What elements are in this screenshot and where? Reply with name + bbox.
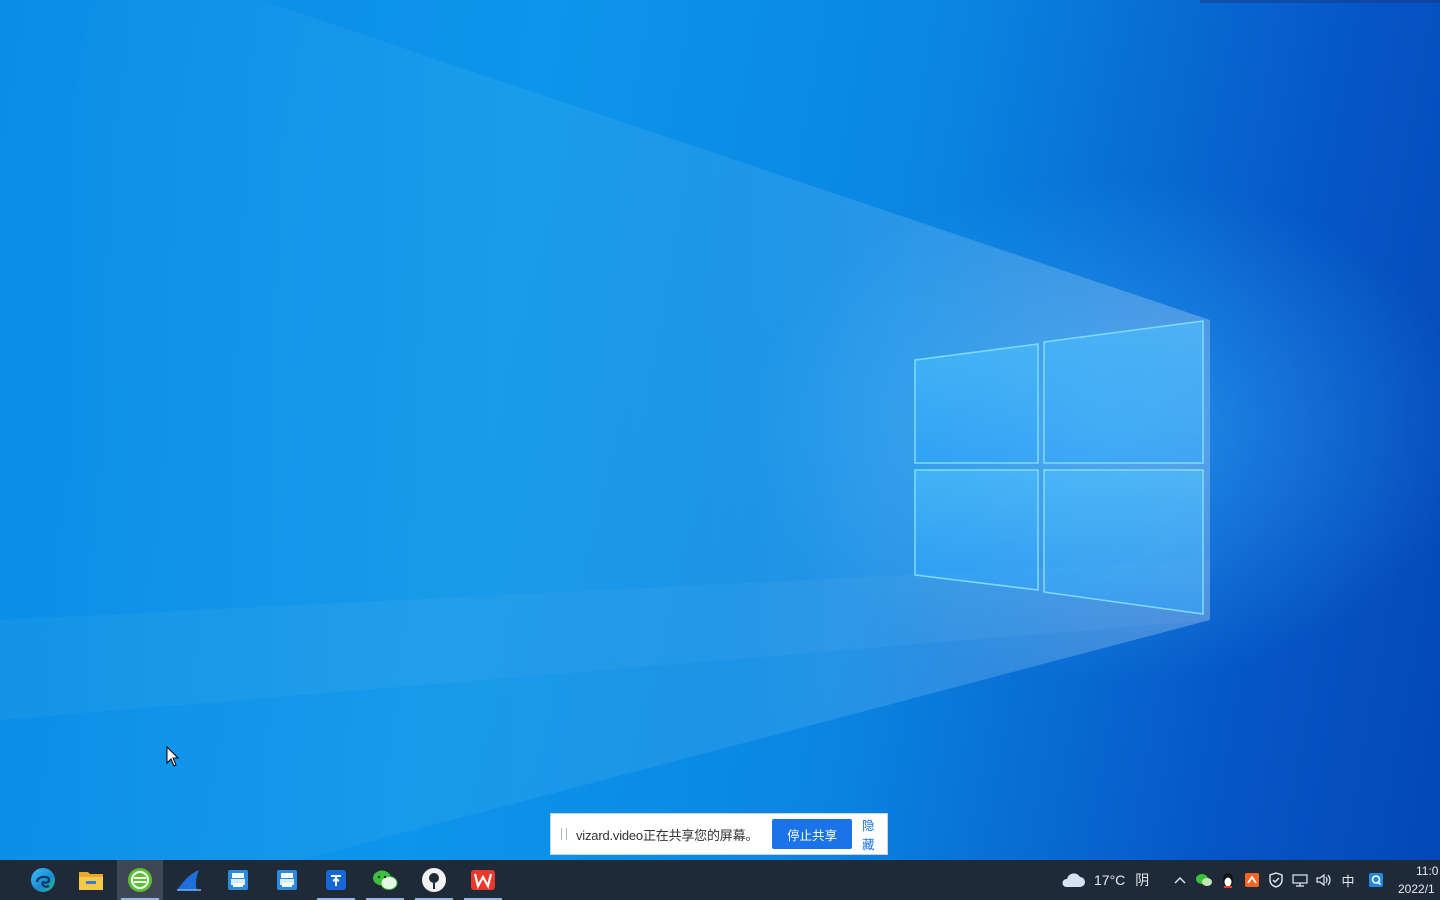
- tray-network-icon[interactable]: [1290, 860, 1310, 900]
- cloud-icon: [1062, 873, 1085, 887]
- edge-icon: [31, 868, 55, 892]
- windows-logo: [914, 320, 1204, 615]
- taskbar-app-printer-2[interactable]: [264, 860, 310, 900]
- file-explorer-icon: [79, 872, 103, 890]
- taskbar-app-printer[interactable]: [215, 860, 261, 900]
- taskbar-app-file-explorer[interactable]: [68, 860, 114, 900]
- printer-app-icon: [228, 870, 248, 890]
- mouse-cursor-icon: [166, 746, 180, 767]
- share-message: vizard.video正在共享您的屏幕。: [576, 827, 759, 843]
- taskbar-app-edge[interactable]: [20, 860, 66, 900]
- taskbar-app-wps[interactable]: [460, 860, 506, 900]
- screen-share-bar: vizard.video正在共享您的屏幕。 停止共享 隐藏: [550, 813, 888, 855]
- taskbar-app-record[interactable]: [411, 860, 457, 900]
- taskbar-app-wechat[interactable]: [362, 860, 408, 900]
- clock[interactable]: 11:0 2022/1: [1398, 860, 1438, 900]
- tray-shield-icon[interactable]: [1266, 860, 1286, 900]
- weather-widget[interactable]: 17°C 阴: [1060, 860, 1149, 900]
- weather-condition: 阴: [1135, 872, 1150, 888]
- tray-q-app-icon[interactable]: [1366, 860, 1386, 900]
- taskbar-app-blue[interactable]: [313, 860, 359, 900]
- window-edge: [1200, 0, 1440, 3]
- tray-wechat-icon[interactable]: [1194, 860, 1214, 900]
- taskbar-app-browser[interactable]: [117, 860, 163, 900]
- blue-app-icon: [326, 870, 346, 890]
- shark-icon: [177, 870, 201, 891]
- weather-temperature: 17°C: [1094, 872, 1126, 888]
- browser-green-icon: [128, 868, 152, 892]
- wechat-icon: [373, 870, 398, 890]
- tray-orange-app-icon[interactable]: [1242, 860, 1262, 900]
- printer-app-2-icon: [277, 870, 297, 890]
- drag-handle[interactable]: [561, 828, 567, 840]
- tray-ime-indicator[interactable]: 中: [1338, 860, 1358, 900]
- tray-qq-penguin-icon[interactable]: [1218, 860, 1238, 900]
- clock-time: 11:0: [1416, 864, 1439, 878]
- desktop[interactable]: vizard.video正在共享您的屏幕。 停止共享 隐藏: [0, 0, 1440, 860]
- show-hidden-icons-chevron-up-icon[interactable]: [1171, 860, 1189, 900]
- wps-icon: [471, 870, 495, 890]
- taskbar: 17°C 阴 中 11:0 2022/1: [0, 860, 1440, 900]
- tray-volume-icon[interactable]: [1314, 860, 1334, 900]
- stop-sharing-button[interactable]: 停止共享: [772, 819, 853, 849]
- hide-button[interactable]: 隐藏: [862, 815, 887, 853]
- clock-date: 2022/1: [1398, 882, 1435, 896]
- record-app-icon: [422, 868, 446, 892]
- taskbar-app-shark[interactable]: [166, 860, 212, 900]
- wallpaper-light-beam: [0, 0, 1210, 860]
